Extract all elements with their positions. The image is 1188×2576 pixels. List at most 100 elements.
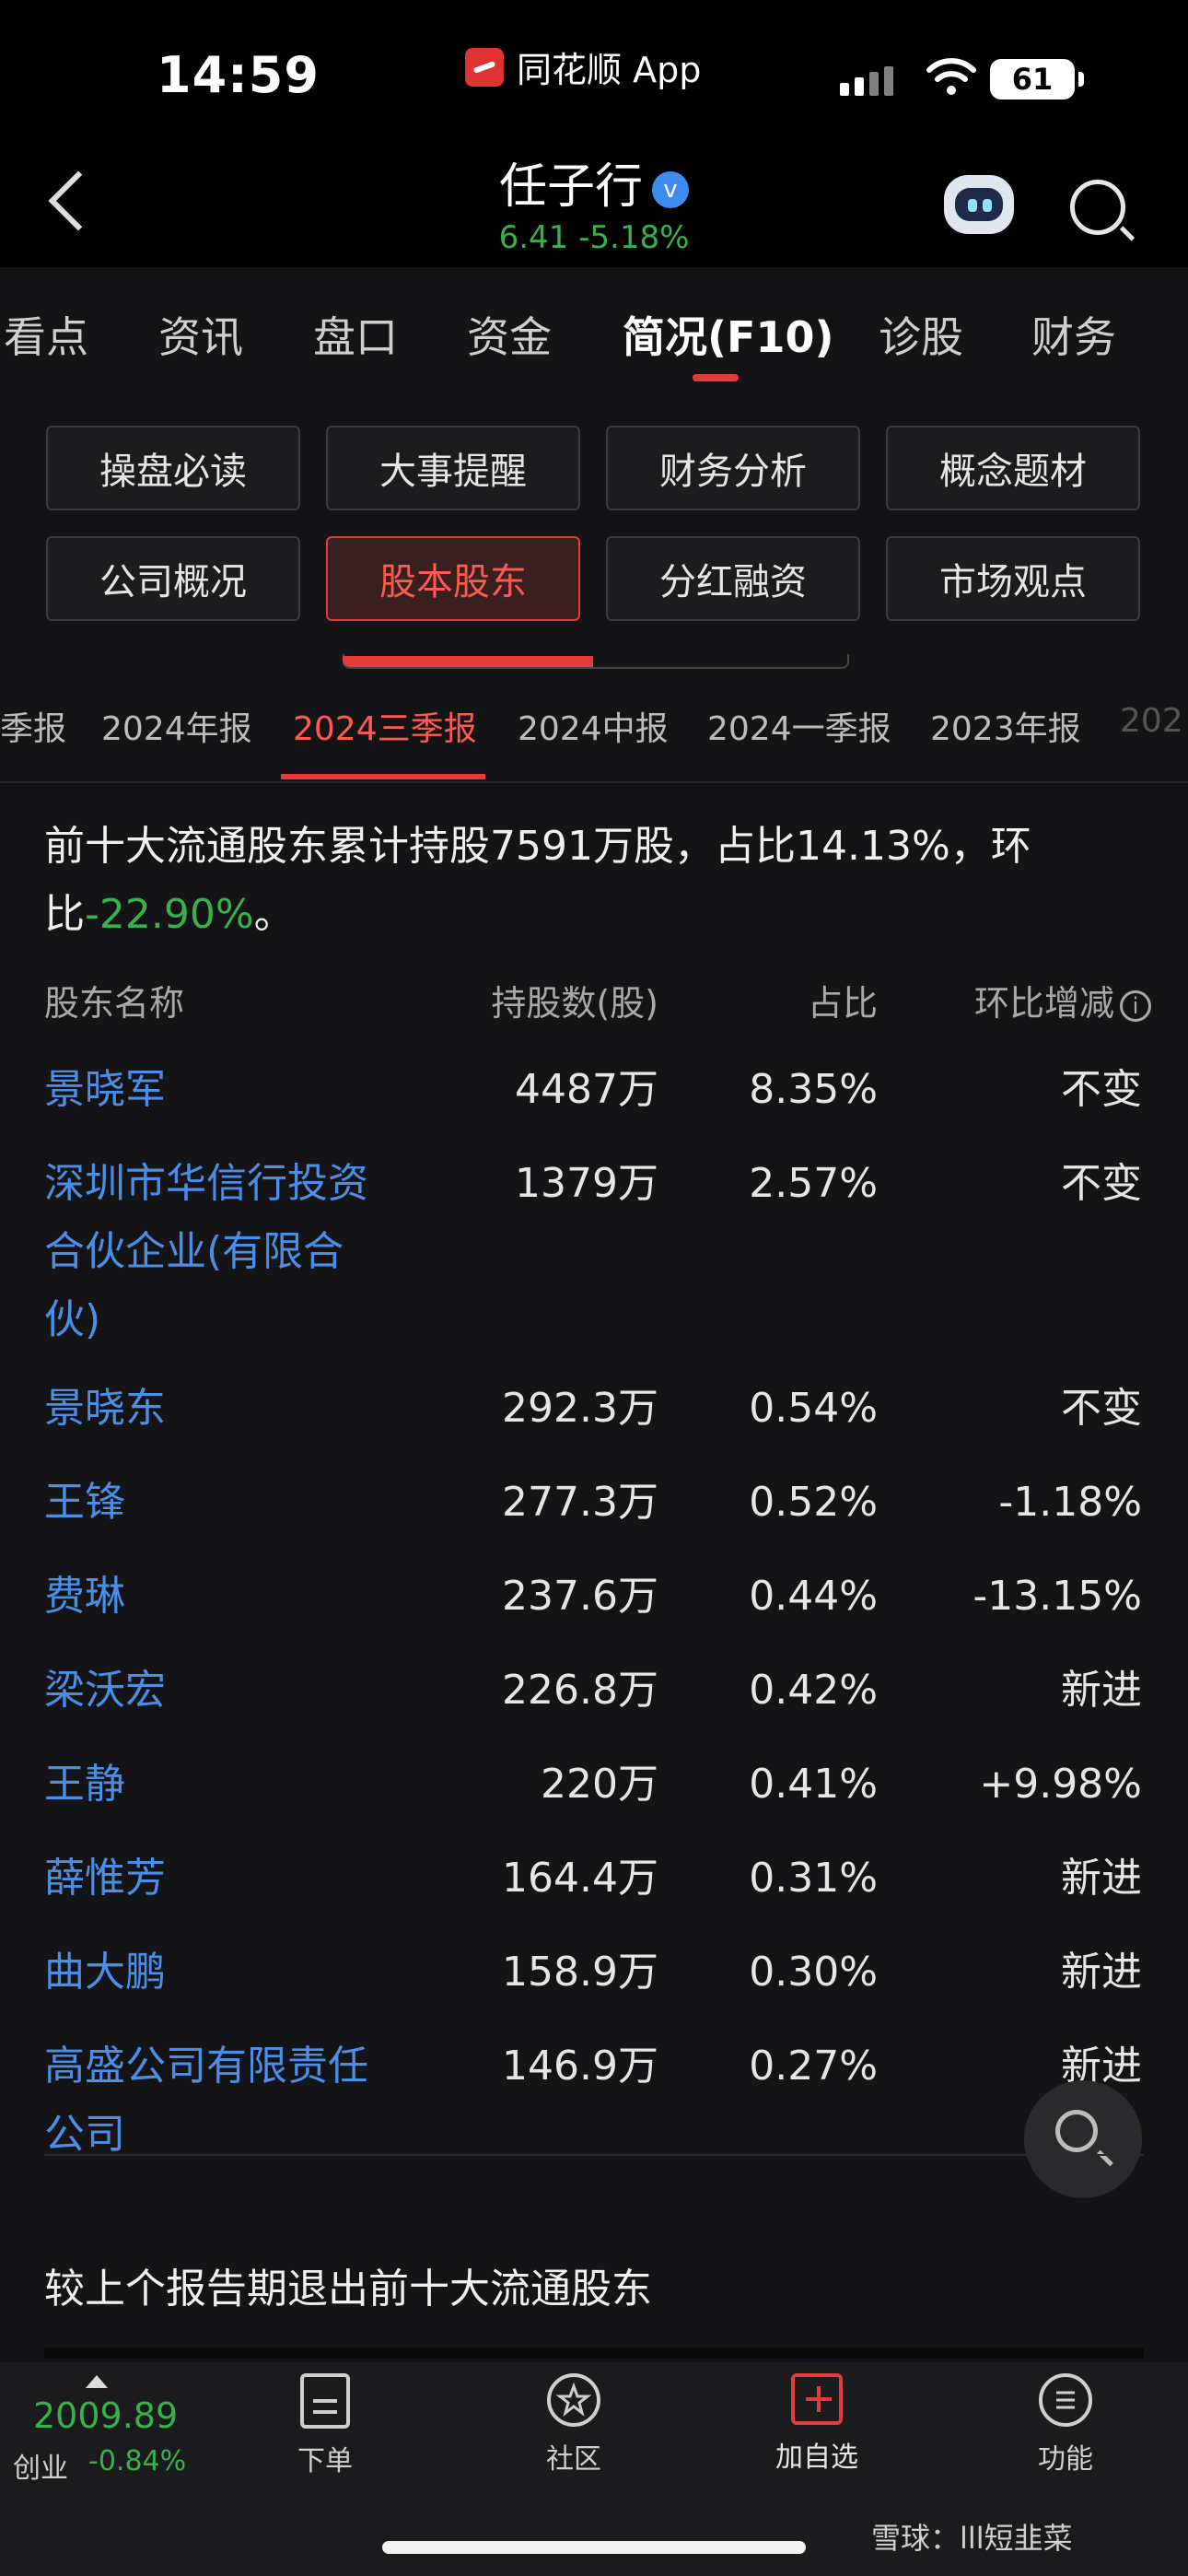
active-period-indicator [281,774,485,779]
holder-shares: 220万 [541,1761,658,1808]
period-tab-2024-annual[interactable]: 2024年报 [101,702,252,750]
search-icon [1055,2110,1098,2152]
community-star-icon [547,2373,600,2427]
holder-name[interactable]: 景晓军 [44,1056,376,1124]
holder-name[interactable]: 高盛公司有限责任公司 [44,2032,376,2169]
tab-diagnosis[interactable]: 诊股 [879,304,963,365]
nav-add-watchlist[interactable]: 加自选 [748,2373,886,2475]
nav-functions[interactable]: 功能 [996,2373,1135,2476]
app-indicator[interactable]: 同花顺 App [465,41,701,92]
wifi-icon [926,58,976,95]
tab-quotes[interactable]: 盘口 [313,304,398,365]
holder-shares: 1379万 [515,1160,658,1207]
btn-dividends[interactable]: 分红融资 [606,536,860,621]
holder-name[interactable]: 梁沃宏 [44,1657,376,1725]
holder-change: 新进 [1061,1949,1142,1996]
info-icon[interactable]: i [1120,989,1151,1022]
holder-name[interactable]: 景晓东 [44,1375,376,1443]
nav-functions-label: 功能 [1038,2443,1093,2476]
section-separator [44,2154,1144,2156]
search-icon[interactable] [1070,180,1125,235]
col-header-name: 股东名称 [44,983,185,1024]
index-change[interactable]: -0.84% [88,2445,186,2477]
exited-holders-table-top [44,2348,1144,2359]
holder-change: 不变 [1061,1385,1142,1432]
index-name[interactable]: 创业 [13,2445,68,2486]
holder-pct: 0.31% [749,1855,878,1902]
holder-change: -13.15% [973,1573,1142,1620]
nav-community-label: 社区 [546,2443,601,2476]
holder-shares: 164.4万 [502,1855,658,1902]
holder-shares: 4487万 [515,1066,658,1113]
cellular-signal-icon [840,66,893,96]
nav-order[interactable]: 下单 [256,2373,394,2478]
holder-pct: 2.57% [749,1160,878,1207]
floating-search-button[interactable] [1024,2080,1142,2198]
holder-pct: 0.52% [749,1479,878,1526]
holder-pct: 0.27% [749,2043,878,2090]
document-icon [300,2373,350,2429]
holder-shares: 237.6万 [502,1573,658,1620]
holder-shares: 158.9万 [502,1949,658,1996]
add-plus-icon [791,2373,843,2425]
holder-pct: 0.41% [749,1761,878,1808]
btn-financial-analysis[interactable]: 财务分析 [606,426,860,510]
index-expand-icon[interactable] [86,2375,108,2388]
holder-pct: 0.44% [749,1573,878,1620]
index-value[interactable]: 2009.89 [33,2395,178,2436]
holder-name[interactable]: 深圳市华信行投资合伙企业(有限合伙) [44,1150,376,1354]
btn-event-reminders[interactable]: 大事提醒 [326,426,580,510]
col-header-pct: 占比 [807,983,878,1024]
status-time: 14:59 [157,46,320,104]
tab-f10[interactable]: 简况(F10) [623,304,833,365]
holder-name[interactable]: 费琳 [44,1563,376,1631]
tab-finance[interactable]: 财务 [1031,304,1116,365]
stock-name: 任子行 [498,159,643,215]
nav-add-watchlist-label: 加自选 [775,2441,858,2474]
holder-name[interactable]: 王锋 [44,1469,376,1537]
holder-change: 新进 [1061,1855,1142,1902]
holder-change: 新进 [1061,1667,1142,1714]
holder-name[interactable]: 王静 [44,1751,376,1819]
tab-highlights[interactable]: 看点 [4,304,88,365]
period-tab-2023-annual[interactable]: 2023年报 [930,702,1081,750]
verified-badge-icon: v [652,171,689,208]
btn-trading-essentials[interactable]: 操盘必读 [46,426,300,510]
summary-end: 。 [253,891,295,938]
period-tab-2024-q1[interactable]: 2024一季报 [707,702,891,750]
battery-indicator: 61 [990,59,1084,100]
holder-change: 不变 [1061,1160,1142,1207]
tab-news[interactable]: 资讯 [158,304,243,365]
holder-pct: 0.30% [749,1949,878,1996]
period-tab-more[interactable]: 202 [1120,702,1183,740]
holder-pct: 0.42% [749,1667,878,1714]
robot-assistant-icon[interactable] [944,175,1014,234]
btn-market-views[interactable]: 市场观点 [886,536,1140,621]
app-label: 同花顺 App [517,50,702,90]
holder-name[interactable]: 薛惟芳 [44,1844,376,1913]
holder-shares: 292.3万 [502,1385,658,1432]
stock-price-line: 6.41 -5.18% [498,219,690,256]
nav-order-label: 下单 [297,2445,353,2477]
btn-company-overview[interactable]: 公司概况 [46,536,300,621]
summary-change: -22.90% [85,891,254,938]
holdings-summary: 前十大流通股东累计持股7591万股，占比14.13%，环比-22.90%。 [44,813,1149,949]
period-tab-prev-season[interactable]: 季报 [0,702,66,750]
holder-shares: 226.8万 [502,1667,658,1714]
tab-funds[interactable]: 资金 [467,304,552,365]
col-header-change-label: 环比增减 [973,983,1114,1024]
btn-concepts[interactable]: 概念题材 [886,426,1140,510]
watermark: 雪球：lll短韭菜 [871,2521,1073,2556]
grid-scroll-thumb[interactable] [343,656,593,667]
active-tab-indicator [693,374,739,381]
btn-shareholders[interactable]: 股本股东 [326,536,580,621]
home-indicator[interactable] [382,2541,806,2554]
nav-community[interactable]: 社区 [505,2373,643,2476]
holder-shares: 146.9万 [502,2043,658,2090]
holder-pct: 0.54% [749,1385,878,1432]
section-divider [0,781,1188,783]
period-tab-2024-q3[interactable]: 2024三季报 [293,702,477,750]
holder-name[interactable]: 曲大鹏 [44,1938,376,2007]
period-tab-2024-interim[interactable]: 2024中报 [518,702,669,750]
holder-change: +9.98% [979,1761,1142,1808]
